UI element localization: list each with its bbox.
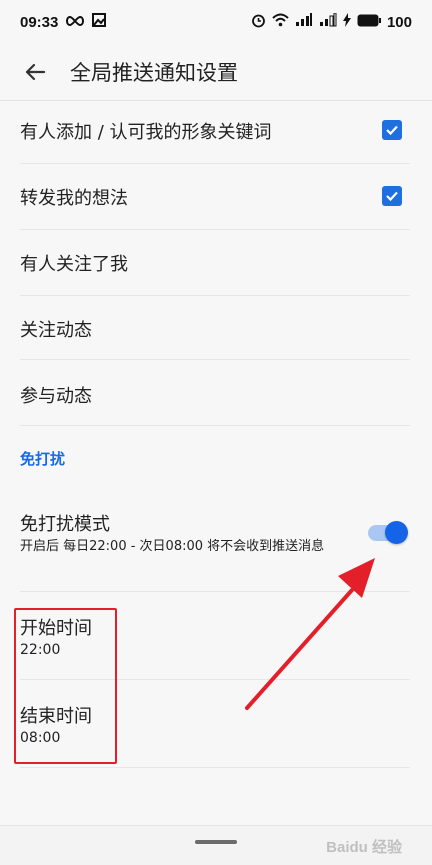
watermark-logo: Baidu 经验 <box>326 839 402 856</box>
keyword-checkbox[interactable] <box>382 120 402 140</box>
setting-label: 关注动态 <box>20 320 92 341</box>
setting-row-keyword[interactable]: 有人添加 / 认可我的形象关键词 <box>20 100 410 164</box>
setting-label: 有人添加 / 认可我的形象关键词 <box>20 122 272 143</box>
setting-label: 有人关注了我 <box>20 254 128 275</box>
gesture-bar[interactable] <box>195 840 237 844</box>
toggle-knob <box>385 521 408 544</box>
check-icon <box>386 191 398 202</box>
setting-row-followed[interactable]: 有人关注了我 <box>20 230 410 296</box>
alarm-icon <box>251 13 266 32</box>
status-right: 100 <box>251 12 412 32</box>
app-bar: 全局推送通知设置 <box>0 44 432 101</box>
charging-icon <box>342 13 351 31</box>
signal-2-icon <box>319 12 337 31</box>
wifi-icon <box>272 13 289 31</box>
battery-icon <box>357 14 381 31</box>
status-time: 09:33 <box>20 13 59 31</box>
dnd-mode-label: 免打扰模式 <box>20 514 110 535</box>
status-left: 09:33 <box>20 13 107 31</box>
setting-label: 参与动态 <box>20 386 92 407</box>
page-title: 全局推送通知设置 <box>70 61 238 85</box>
check-icon <box>386 125 398 136</box>
forward-checkbox[interactable] <box>382 186 402 206</box>
bottom-navigation-area: Baidu 经验 <box>0 825 432 865</box>
back-button[interactable] <box>20 57 50 87</box>
setting-row-participate[interactable]: 参与动态 <box>20 360 410 426</box>
dnd-mode-description: 开启后 每日22:00 - 次日08:00 将不会收到推送消息 <box>20 539 325 554</box>
dnd-toggle[interactable] <box>368 521 408 545</box>
setting-row-follow-updates[interactable]: 关注动态 <box>20 296 410 360</box>
infinity-icon <box>65 14 85 31</box>
annotation-highlight-box <box>14 608 117 764</box>
setting-row-forward[interactable]: 转发我的想法 <box>20 164 410 230</box>
setting-row-dnd-mode[interactable]: 免打扰模式 开启后 每日22:00 - 次日08:00 将不会收到推送消息 <box>20 492 410 592</box>
status-bar: 09:33 100 <box>0 0 432 44</box>
battery-level: 100 <box>386 13 412 31</box>
signal-icon <box>295 13 313 31</box>
photo-icon <box>92 13 107 31</box>
section-header-dnd: 免打扰 <box>20 450 66 468</box>
setting-label: 转发我的想法 <box>20 188 128 209</box>
arrow-left-icon[interactable] <box>24 61 46 83</box>
